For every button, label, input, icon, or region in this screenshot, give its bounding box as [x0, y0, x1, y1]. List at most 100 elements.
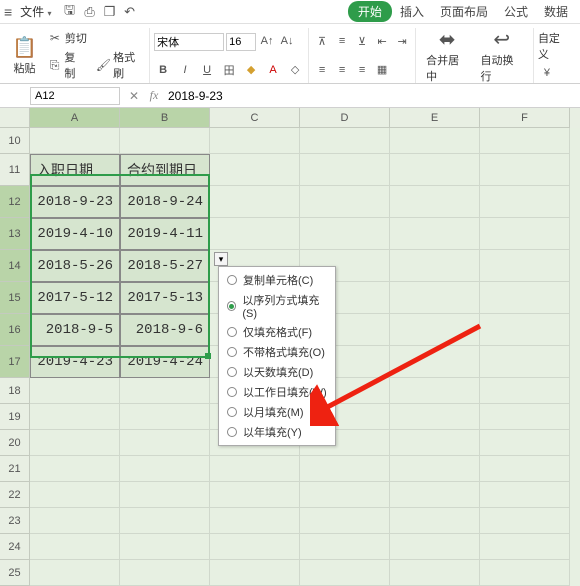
- fill-option-years[interactable]: 以年填充(Y): [219, 422, 335, 442]
- merge-center-button[interactable]: ⬌ 合并居中: [420, 28, 474, 83]
- cell[interactable]: [120, 430, 210, 456]
- cell[interactable]: [30, 128, 120, 154]
- fill-option-format-only[interactable]: 仅填充格式(F): [219, 322, 335, 342]
- cell[interactable]: [480, 154, 570, 186]
- cell[interactable]: [30, 508, 120, 534]
- fill-option-months[interactable]: 以月填充(M): [219, 402, 335, 422]
- tab-start[interactable]: 开始: [348, 1, 392, 22]
- cell[interactable]: [300, 186, 390, 218]
- bold-button[interactable]: B: [154, 62, 172, 78]
- clear-format-button[interactable]: ◇: [286, 62, 304, 78]
- cell[interactable]: [300, 128, 390, 154]
- cell[interactable]: [390, 456, 480, 482]
- cell[interactable]: [480, 346, 570, 378]
- row-header[interactable]: 17: [0, 346, 30, 378]
- row-header[interactable]: 25: [0, 560, 30, 586]
- cell[interactable]: 2017-5-12: [30, 282, 120, 314]
- row-header[interactable]: 10: [0, 128, 30, 154]
- cell[interactable]: [300, 508, 390, 534]
- cell[interactable]: 2017-5-13: [120, 282, 210, 314]
- preview-icon[interactable]: ❐: [100, 2, 120, 22]
- cell[interactable]: 2018-9-24: [120, 186, 210, 218]
- wrap-text-button[interactable]: ↩ 自动换行: [475, 28, 529, 83]
- cell[interactable]: [210, 456, 300, 482]
- formula-input[interactable]: [164, 89, 580, 103]
- cell[interactable]: [120, 456, 210, 482]
- align-center-button[interactable]: ≡: [333, 62, 351, 78]
- cell[interactable]: [480, 314, 570, 346]
- font-name-select[interactable]: [154, 33, 224, 51]
- cell[interactable]: [210, 154, 300, 186]
- print-icon[interactable]: ⎙: [80, 2, 100, 22]
- cell[interactable]: 2018-9-23: [30, 186, 120, 218]
- cell[interactable]: [120, 534, 210, 560]
- row-header[interactable]: 21: [0, 456, 30, 482]
- row-header[interactable]: 13: [0, 218, 30, 250]
- align-left-button[interactable]: ≡: [313, 62, 331, 78]
- tab-formula[interactable]: 公式: [496, 1, 536, 22]
- col-header-F[interactable]: F: [480, 108, 570, 128]
- cell[interactable]: [480, 282, 570, 314]
- cell[interactable]: [210, 508, 300, 534]
- col-header-C[interactable]: C: [210, 108, 300, 128]
- align-right-button[interactable]: ≡: [353, 62, 371, 78]
- cell[interactable]: [480, 534, 570, 560]
- cell[interactable]: [390, 404, 480, 430]
- number-format-select[interactable]: 自定义: [538, 30, 570, 62]
- row-header[interactable]: 18: [0, 378, 30, 404]
- cell[interactable]: [120, 560, 210, 586]
- cell[interactable]: [390, 314, 480, 346]
- row-header[interactable]: 12: [0, 186, 30, 218]
- cell[interactable]: [30, 404, 120, 430]
- fx-icon[interactable]: fx: [144, 88, 164, 103]
- undo-icon[interactable]: ↶: [120, 2, 140, 22]
- tab-data[interactable]: 数据: [536, 1, 576, 22]
- underline-button[interactable]: U: [198, 62, 216, 78]
- cell[interactable]: [120, 508, 210, 534]
- col-header-E[interactable]: E: [390, 108, 480, 128]
- fill-option-days[interactable]: 以天数填充(D): [219, 362, 335, 382]
- cell[interactable]: [210, 560, 300, 586]
- cell[interactable]: [30, 456, 120, 482]
- increase-font-button[interactable]: A↑: [258, 33, 276, 49]
- cell[interactable]: [390, 250, 480, 282]
- cell[interactable]: [390, 218, 480, 250]
- cell[interactable]: [480, 508, 570, 534]
- row-header[interactable]: 14: [0, 250, 30, 282]
- table-header[interactable]: 合约到期日: [120, 154, 210, 186]
- cell[interactable]: [300, 560, 390, 586]
- indent-right-button[interactable]: ⇥: [393, 33, 411, 49]
- cell[interactable]: [390, 128, 480, 154]
- format-painter-icon[interactable]: 🖌: [96, 57, 112, 73]
- format-painter-button[interactable]: 格式刷: [113, 49, 145, 81]
- cell[interactable]: [30, 534, 120, 560]
- cell[interactable]: [210, 218, 300, 250]
- cell[interactable]: 2018-5-26: [30, 250, 120, 282]
- cell[interactable]: [210, 482, 300, 508]
- row-header[interactable]: 24: [0, 534, 30, 560]
- cancel-icon[interactable]: ✕: [124, 89, 144, 103]
- cell[interactable]: [390, 154, 480, 186]
- row-header[interactable]: 19: [0, 404, 30, 430]
- cell[interactable]: 2019-4-24: [120, 346, 210, 378]
- cell[interactable]: [480, 560, 570, 586]
- fill-option-copy[interactable]: 复制单元格(C): [219, 270, 335, 290]
- cell[interactable]: [300, 456, 390, 482]
- table-header[interactable]: 入职日期: [30, 154, 120, 186]
- cell[interactable]: [30, 482, 120, 508]
- col-header-D[interactable]: D: [300, 108, 390, 128]
- cell[interactable]: [390, 282, 480, 314]
- cell[interactable]: [120, 378, 210, 404]
- align-middle-button[interactable]: ≡: [333, 33, 351, 49]
- row-header[interactable]: 11: [0, 154, 30, 186]
- menu-icon[interactable]: ≡: [4, 4, 12, 20]
- cell[interactable]: [300, 482, 390, 508]
- border-button[interactable]: 田: [220, 62, 238, 78]
- cell[interactable]: [390, 430, 480, 456]
- cell[interactable]: [390, 378, 480, 404]
- cell[interactable]: [210, 534, 300, 560]
- cell[interactable]: [480, 378, 570, 404]
- tab-insert[interactable]: 插入: [392, 1, 432, 22]
- col-header-A[interactable]: A: [30, 108, 120, 128]
- cell[interactable]: [30, 378, 120, 404]
